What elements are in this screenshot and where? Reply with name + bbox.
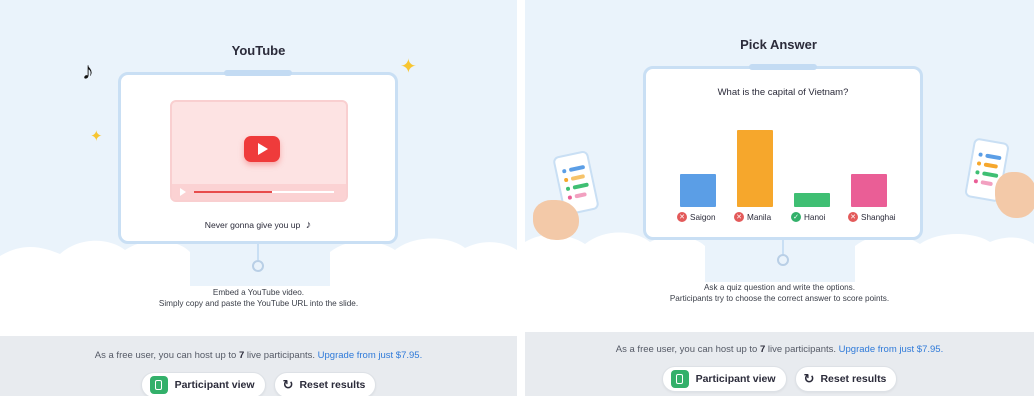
refresh-icon: ↻ xyxy=(803,371,815,386)
video-caption: Never gonna give you up ♪ xyxy=(121,219,395,231)
free-user-notice: As a free user, you can host up to 7 liv… xyxy=(0,350,517,361)
music-note-icon: ♪ xyxy=(305,219,312,231)
phone-icon xyxy=(149,376,168,394)
free-user-notice: As a free user, you can host up to 7 liv… xyxy=(525,344,1034,355)
slide-preview-background: ♪ ✦ ✦ YouTube Never gonna give you up ♪ xyxy=(0,0,517,336)
answer-label-text: Saigon xyxy=(690,212,716,222)
video-player xyxy=(170,100,348,202)
answer-label-hanoi: ✓ Hanoi xyxy=(791,212,825,222)
answer-label-shanghai: ✕ Shanghai xyxy=(848,212,896,222)
card-connector-knob xyxy=(252,260,264,272)
slide-card: Never gonna give you up ♪ xyxy=(118,70,398,244)
reset-results-button[interactable]: ↻ Reset results xyxy=(794,366,898,392)
answer-bar-chart: ✕ Saigon ✕ Manila ✓ Hanoi ✕ Shanghai xyxy=(646,69,920,237)
upgrade-link[interactable]: Upgrade from just $7.95. xyxy=(318,350,423,361)
slide-description: Ask a quiz question and write the option… xyxy=(525,282,1034,304)
answer-bar-hanoi xyxy=(794,193,830,207)
notice-suffix: live participants. xyxy=(765,344,839,355)
participant-view-button[interactable]: Participant view xyxy=(140,372,266,396)
cross-icon: ✕ xyxy=(848,212,858,222)
participant-view-button[interactable]: Participant view xyxy=(661,366,787,392)
notice-suffix: live participants. xyxy=(244,350,318,361)
reset-results-label: Reset results xyxy=(299,379,366,391)
hand-illustration xyxy=(995,172,1034,218)
hand-illustration xyxy=(533,200,579,240)
footer-bar: As a free user, you can host up to 7 liv… xyxy=(525,332,1034,396)
card-stem xyxy=(257,244,259,260)
slide-title: YouTube xyxy=(231,43,286,58)
answer-label-manila: ✕ Manila xyxy=(734,212,771,222)
answer-label-text: Hanoi xyxy=(804,212,826,222)
cross-icon: ✕ xyxy=(734,212,744,222)
participant-view-label: Participant view xyxy=(695,373,776,385)
description-line: Simply copy and paste the YouTube URL in… xyxy=(158,299,359,308)
notice-prefix: As a free user, you can host up to xyxy=(615,344,760,355)
video-control-bar xyxy=(172,184,346,200)
phone-icon xyxy=(670,370,689,388)
music-note-icon: ♪ xyxy=(82,58,94,85)
card-connector-knob xyxy=(777,254,789,266)
cross-icon: ✕ xyxy=(677,212,687,222)
slide-card: What is the capital of Vietnam? ✕ Saigon ✕… xyxy=(643,64,923,240)
answer-label-saigon: ✕ Saigon xyxy=(677,212,716,222)
refresh-icon: ↻ xyxy=(282,377,294,392)
reset-results-button[interactable]: ↻ Reset results xyxy=(273,372,377,396)
description-line: Ask a quiz question and write the option… xyxy=(703,283,856,292)
participant-view-label: Participant view xyxy=(174,379,255,391)
answer-label-text: Manila xyxy=(747,212,772,222)
youtube-play-icon xyxy=(244,136,280,162)
sparkle-icon: ✦ xyxy=(90,128,103,145)
answer-label-text: Shanghai xyxy=(861,212,896,222)
slide-preview-background: Pick Answer What is the capital of Vietn… xyxy=(525,0,1034,332)
notice-prefix: As a free user, you can host up to xyxy=(94,350,239,361)
answer-bar-saigon xyxy=(680,174,716,207)
slide-title: Pick Answer xyxy=(740,37,817,52)
answer-bar-shanghai xyxy=(851,174,887,207)
pick-answer-slide-panel: Pick Answer What is the capital of Vietn… xyxy=(525,0,1034,396)
reset-results-label: Reset results xyxy=(820,373,887,385)
footer-buttons: Participant view ↻ Reset results xyxy=(0,372,517,396)
video-progress-fill xyxy=(194,191,273,193)
youtube-slide-panel: ♪ ✦ ✦ YouTube Never gonna give you up ♪ xyxy=(0,0,517,396)
footer-bar: As a free user, you can host up to 7 liv… xyxy=(0,336,517,396)
answer-bar-manila xyxy=(737,130,773,207)
upgrade-link[interactable]: Upgrade from just $7.95. xyxy=(839,344,944,355)
video-progress-track xyxy=(194,191,334,193)
video-caption-text: Never gonna give you up xyxy=(204,220,301,230)
footer-buttons: Participant view ↻ Reset results xyxy=(525,366,1034,392)
slide-description: Embed a YouTube video. Simply copy and p… xyxy=(0,287,517,309)
description-line: Participants try to choose the correct a… xyxy=(669,294,890,303)
card-handle xyxy=(224,70,292,76)
check-icon: ✓ xyxy=(791,212,801,222)
description-line: Embed a YouTube video. xyxy=(212,288,305,297)
play-icon xyxy=(180,188,186,196)
